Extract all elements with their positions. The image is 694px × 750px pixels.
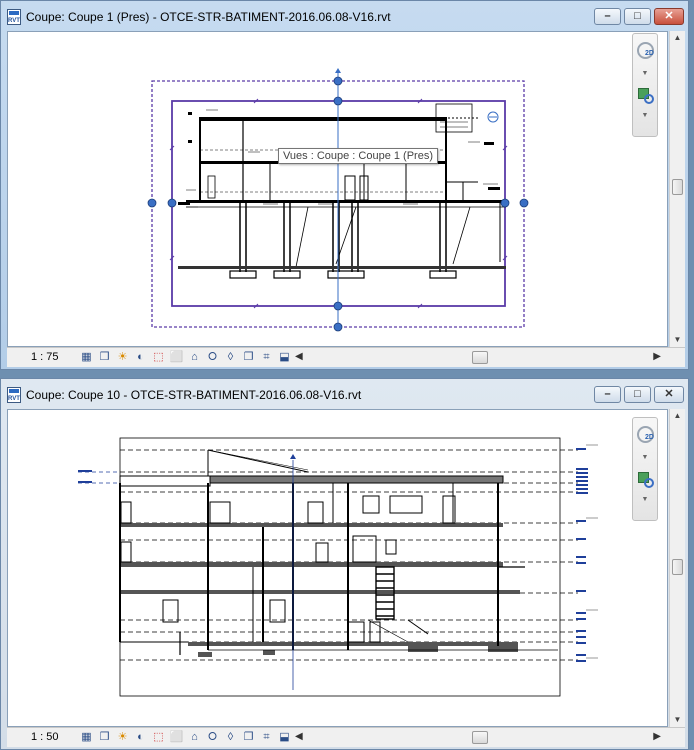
chevron-down-icon[interactable]: ▼: [633, 112, 657, 119]
visual-style-icon[interactable]: ❒: [97, 730, 112, 745]
crop-region-icon[interactable]: ⬚: [151, 730, 166, 745]
restore-icon: □: [634, 388, 641, 400]
view-scale[interactable]: 1 : 50: [31, 731, 59, 743]
grade-line: [178, 266, 506, 269]
minimize-button[interactable]: –: [594, 8, 621, 25]
view-control-icons: ▦ ❒ ☀ ◐ ⬚ ⬜ ⌂ ⭘ ◊ ❐ ⌗ ⬓: [79, 730, 292, 745]
vertical-scroll-thumb[interactable]: [672, 559, 683, 575]
highlight-displacement-icon[interactable]: ⬓: [277, 730, 292, 745]
section-drawing-1[interactable]: [8, 32, 668, 347]
view-control-icons: ▦ ❒ ☀ ◐ ⬚ ⬜ ⌂ ⭘ ◊ ❐ ⌗ ⬓: [79, 350, 292, 365]
analytical-model-icon[interactable]: ⌗: [259, 350, 274, 365]
revit-file-icon: RVT: [7, 387, 21, 403]
restore-button[interactable]: □: [624, 8, 651, 25]
restore-button[interactable]: □: [624, 386, 651, 403]
window-titlebar[interactable]: RVT Coupe: Coupe 10 - OTCE-STR-BATIMENT-…: [1, 379, 688, 409]
minimize-icon: –: [604, 10, 611, 22]
window-title: Coupe: Coupe 1 (Pres) - OTCE-STR-BATIMEN…: [26, 10, 391, 24]
window-title: Coupe: Coupe 10 - OTCE-STR-BATIMENT-2016…: [26, 388, 362, 402]
view-control-bar: 1 : 75 ▦ ❒ ☀ ◐ ⬚ ⬜ ⌂ ⭘ ◊ ❐ ⌗ ⬓ ◀ ▶: [7, 347, 685, 367]
shadows-icon[interactable]: ◐: [133, 730, 148, 745]
scroll-down-arrow-icon[interactable]: ▼: [670, 333, 685, 347]
scroll-down-arrow-icon[interactable]: ▼: [670, 713, 685, 727]
floor-slab: [120, 590, 520, 594]
navigation-bar[interactable]: ▼ ▼: [632, 417, 658, 521]
reveal-hidden-icon[interactable]: ◊: [223, 350, 238, 365]
floor-slab: [120, 562, 503, 567]
temporary-hide-icon[interactable]: ⭘: [205, 350, 220, 365]
section-view-window-coupe-1[interactable]: RVT Coupe: Coupe 1 (Pres) - OTCE-STR-BAT…: [0, 0, 689, 370]
sun-path-icon[interactable]: ☀: [115, 730, 130, 745]
close-button[interactable]: ✕: [654, 8, 684, 25]
detail-level-icon[interactable]: ▦: [79, 730, 94, 745]
drawing-canvas[interactable]: [7, 409, 668, 727]
lock-3d-icon[interactable]: ⌂: [187, 350, 202, 365]
temporary-view-properties-icon[interactable]: ❐: [241, 730, 256, 745]
close-icon: ✕: [664, 10, 674, 22]
lock-3d-icon[interactable]: ⌂: [187, 730, 202, 745]
navigation-bar[interactable]: ▼ ▼: [632, 33, 658, 137]
floor-slab: [120, 523, 503, 527]
revit-file-icon: RVT: [7, 9, 21, 25]
steering-wheel-icon[interactable]: [637, 42, 654, 59]
chevron-down-icon[interactable]: ▼: [633, 70, 657, 77]
scroll-left-arrow-icon[interactable]: ◀: [295, 351, 303, 362]
view-control-bar: 1 : 50 ▦ ❒ ☀ ◐ ⬚ ⬜ ⌂ ⭘ ◊ ❐ ⌗ ⬓ ◀ ▶: [7, 727, 685, 747]
scroll-up-arrow-icon[interactable]: ▲: [670, 409, 685, 423]
floor-slab: [188, 642, 518, 646]
temporary-hide-icon[interactable]: ⭘: [205, 730, 220, 745]
steering-wheel-icon[interactable]: [637, 426, 654, 443]
vertical-scrollbar[interactable]: ▲ ▼: [669, 31, 685, 347]
show-crop-icon[interactable]: ⬜: [169, 350, 184, 365]
zoom-icon[interactable]: [638, 88, 654, 104]
chevron-down-icon[interactable]: ▼: [633, 454, 657, 461]
restore-icon: □: [634, 10, 641, 22]
analytical-model-icon[interactable]: ⌗: [259, 730, 274, 745]
vertical-scroll-thumb[interactable]: [672, 179, 683, 195]
visual-style-icon[interactable]: ❒: [97, 350, 112, 365]
section-view-window-coupe-10[interactable]: RVT Coupe: Coupe 10 - OTCE-STR-BATIMENT-…: [0, 378, 689, 750]
shadows-icon[interactable]: ◐: [133, 350, 148, 365]
reveal-hidden-icon[interactable]: ◊: [223, 730, 238, 745]
horizontal-scroll-thumb[interactable]: [472, 731, 488, 744]
minimize-icon: –: [604, 388, 611, 400]
scroll-left-arrow-icon[interactable]: ◀: [295, 731, 303, 742]
close-button[interactable]: ✕: [654, 386, 684, 403]
scroll-right-arrow-icon[interactable]: ▶: [653, 351, 661, 362]
highlight-displacement-icon[interactable]: ⬓: [277, 350, 292, 365]
temporary-view-properties-icon[interactable]: ❐: [241, 350, 256, 365]
sun-path-icon[interactable]: ☀: [115, 350, 130, 365]
chevron-down-icon[interactable]: ▼: [633, 496, 657, 503]
view-tooltip: Vues : Coupe : Coupe 1 (Pres): [278, 148, 439, 164]
zoom-icon[interactable]: [638, 472, 654, 488]
minimize-button[interactable]: –: [594, 386, 621, 403]
scroll-right-arrow-icon[interactable]: ▶: [653, 731, 661, 742]
close-icon: ✕: [664, 388, 674, 400]
scroll-up-arrow-icon[interactable]: ▲: [670, 31, 685, 45]
vertical-scrollbar[interactable]: ▲ ▼: [669, 409, 685, 727]
crop-region-icon[interactable]: ⬚: [151, 350, 166, 365]
drawing-canvas[interactable]: Vues : Coupe : Coupe 1 (Pres): [7, 31, 668, 347]
detail-level-icon[interactable]: ▦: [79, 350, 94, 365]
horizontal-scroll-thumb[interactable]: [472, 351, 488, 364]
window-titlebar[interactable]: RVT Coupe: Coupe 1 (Pres) - OTCE-STR-BAT…: [1, 1, 688, 31]
view-scale[interactable]: 1 : 75: [31, 351, 59, 363]
show-crop-icon[interactable]: ⬜: [169, 730, 184, 745]
section-drawing-10[interactable]: [8, 410, 668, 727]
